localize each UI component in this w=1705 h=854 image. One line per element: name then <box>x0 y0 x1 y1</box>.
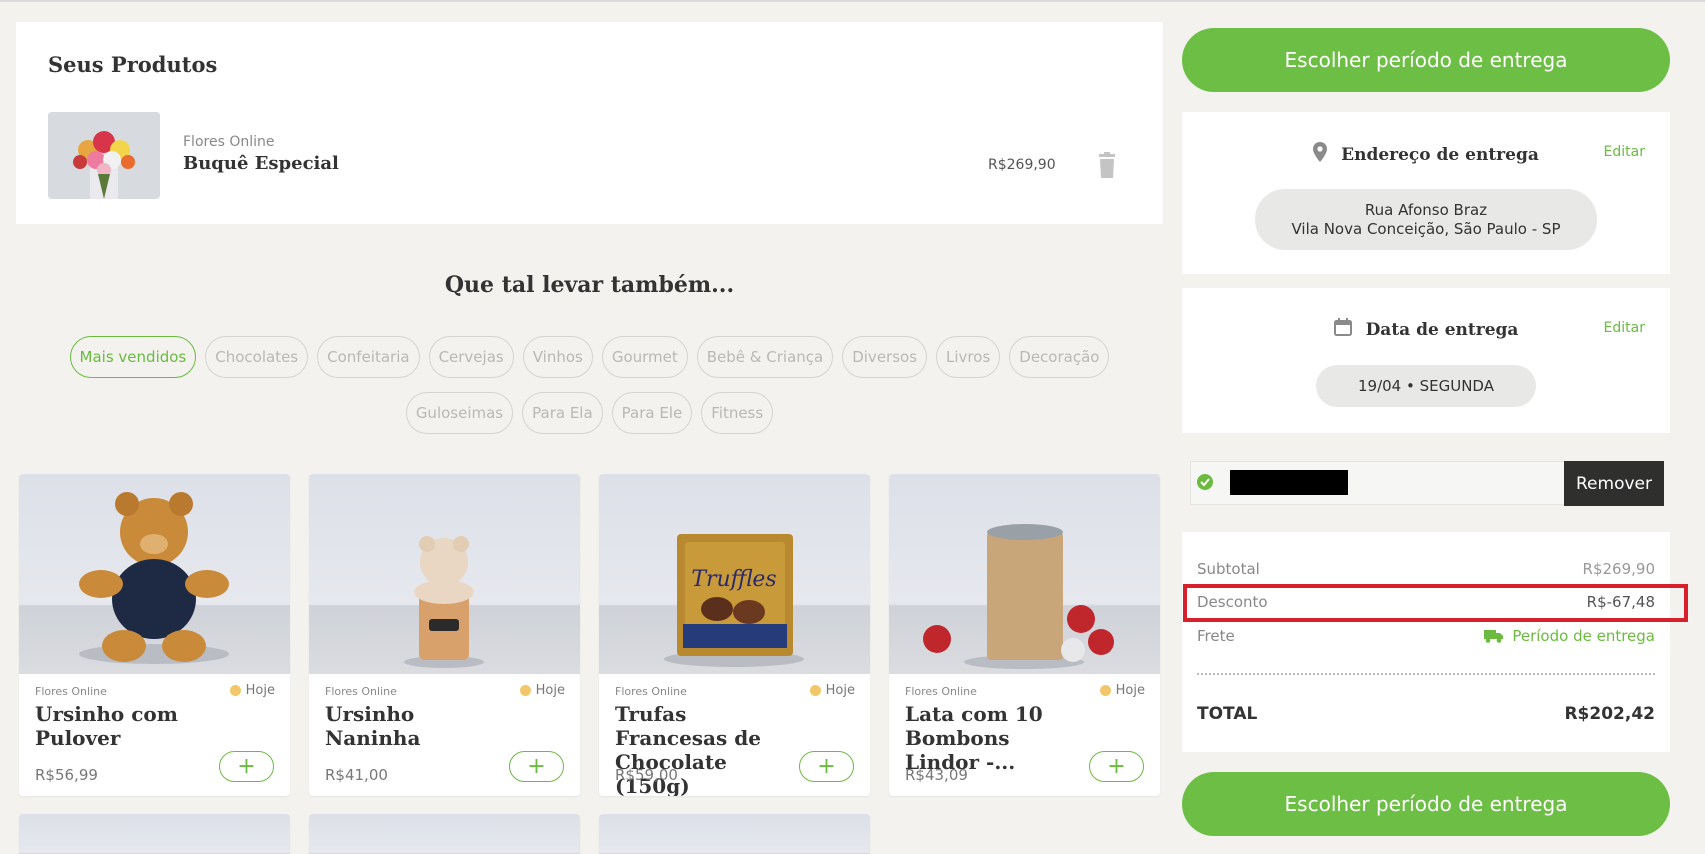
plus-icon: + <box>237 754 256 779</box>
clock-icon <box>229 685 241 696</box>
subtotal-row: Subtotal R$269,90 <box>1197 560 1655 578</box>
delivery-today: Hoje <box>1099 683 1145 698</box>
cart-item-name: Buquê Especial <box>183 153 339 174</box>
product-card[interactable] <box>19 814 290 854</box>
chip-vinhos[interactable]: Vinhos <box>522 336 593 378</box>
product-brand: Flores Online <box>615 685 687 698</box>
svg-text:Truffles: Truffles <box>691 567 776 592</box>
product-brand: Flores Online <box>35 685 107 698</box>
suggestions-title: Que tal levar também... <box>444 272 735 298</box>
edit-date-link[interactable]: Editar <box>1604 320 1645 336</box>
product-image-bouquet <box>48 112 160 199</box>
summary-divider <box>1197 673 1655 675</box>
edit-address-link[interactable]: Editar <box>1604 144 1645 160</box>
calendar-icon <box>1333 318 1352 341</box>
cart-card: Seus Produtos Flores Online Buquê Especi… <box>16 22 1163 224</box>
cart-item-price: R$269,90 <box>988 157 1056 173</box>
product-brand: Flores Online <box>905 685 977 698</box>
category-chips: Mais vendidos Chocolates Confeitaria Cer… <box>16 336 1163 434</box>
plus-icon: + <box>1107 754 1126 779</box>
cart-title: Seus Produtos <box>48 52 218 77</box>
map-pin-icon <box>1313 142 1328 167</box>
product-card[interactable]: Flores Online Hoje Lata com 10 Bombons L… <box>889 474 1160 796</box>
add-button[interactable]: + <box>509 751 564 782</box>
chip-chocolates[interactable]: Chocolates <box>205 336 309 378</box>
chip-cervejas[interactable]: Cervejas <box>428 336 514 378</box>
truffle-box-image: Truffles <box>599 474 870 674</box>
add-button[interactable]: + <box>219 751 274 782</box>
address-title-row: Endereço de entrega <box>1182 142 1670 167</box>
product-card[interactable] <box>599 814 870 854</box>
product-image <box>599 814 870 854</box>
chip-livros[interactable]: Livros <box>936 336 1001 378</box>
address-pill: Rua Afonso Braz Vila Nova Conceição, São… <box>1255 189 1597 250</box>
clock-icon <box>1099 685 1111 696</box>
address-panel: Endereço de entrega Editar Rua Afonso Br… <box>1182 112 1670 274</box>
truck-icon <box>1484 630 1504 643</box>
add-button[interactable]: + <box>799 751 854 782</box>
top-divider <box>0 0 1705 2</box>
address-line-2: Vila Nova Conceição, São Paulo - SP <box>1291 220 1561 238</box>
freight-row: Frete Período de entrega <box>1197 627 1655 645</box>
chip-bebe-crianca[interactable]: Bebê & Criança <box>696 336 834 378</box>
choose-delivery-period-button[interactable]: Escolher período de entrega <box>1182 28 1670 92</box>
chip-confeitaria[interactable]: Confeitaria <box>317 336 420 378</box>
date-panel: Data de entrega Editar 19/04 • SEGUNDA <box>1182 288 1670 433</box>
product-name: Ursinho Naninha <box>325 702 421 750</box>
clock-icon <box>519 685 531 696</box>
product-card[interactable] <box>309 814 580 854</box>
chip-mais-vendidos[interactable]: Mais vendidos <box>69 336 197 378</box>
choose-delivery-period-button-bottom[interactable]: Escolher período de entrega <box>1182 772 1670 836</box>
remove-coupon-button[interactable]: Remover <box>1564 461 1664 506</box>
plus-icon: + <box>817 754 836 779</box>
product-price: R$56,99 <box>35 766 98 784</box>
product-name: Ursinho com Pulover <box>35 702 178 750</box>
freight-value: Período de entrega <box>1484 627 1655 645</box>
product-name: Lata com 10 Bombons Lindor -... <box>905 702 1043 774</box>
subtotal-value: R$269,90 <box>1582 560 1655 578</box>
total-label: TOTAL <box>1197 704 1258 724</box>
address-title: Endereço de entrega <box>1341 144 1539 165</box>
chip-gourmet[interactable]: Gourmet <box>601 336 688 378</box>
plus-icon: + <box>527 754 546 779</box>
delivery-today: Hoje <box>519 683 565 698</box>
product-price: R$41,00 <box>325 766 388 784</box>
product-image <box>19 814 290 854</box>
cart-item-brand: Flores Online <box>183 134 275 150</box>
order-summary: Subtotal R$269,90 Desconto R$-67,48 Fret… <box>1182 532 1670 752</box>
chip-guloseimas[interactable]: Guloseimas <box>405 392 514 434</box>
total-value: R$202,42 <box>1564 704 1655 724</box>
product-price: R$59,00 <box>615 766 678 784</box>
chip-decoracao[interactable]: Decoração <box>1009 336 1110 378</box>
discount-highlight-box <box>1183 584 1688 622</box>
chip-para-ele[interactable]: Para Ele <box>611 392 693 434</box>
chip-para-ela[interactable]: Para Ela <box>522 392 603 434</box>
chip-diversos[interactable]: Diversos <box>842 336 928 378</box>
subtotal-label: Subtotal <box>1197 560 1260 578</box>
clock-icon <box>809 685 821 696</box>
teddy-bear-image <box>19 474 290 674</box>
date-pill: 19/04 • SEGUNDA <box>1316 365 1536 407</box>
product-price: R$43,09 <box>905 766 968 784</box>
product-brand: Flores Online <box>325 685 397 698</box>
product-card[interactable]: Flores Online Hoje Ursinho Naninha R$41,… <box>309 474 580 796</box>
date-title: Data de entrega <box>1365 319 1519 340</box>
total-row: TOTAL R$202,42 <box>1197 704 1655 724</box>
check-icon <box>1197 474 1213 490</box>
delivery-today: Hoje <box>809 683 855 698</box>
trash-icon[interactable] <box>1096 152 1118 178</box>
chip-fitness[interactable]: Fitness <box>701 392 774 434</box>
date-title-row: Data de entrega <box>1182 318 1670 341</box>
redacted-coupon-code <box>1230 470 1348 495</box>
product-card[interactable]: Truffles Flores Online Hoje Trufas Franc… <box>599 474 870 796</box>
product-card[interactable]: Flores Online Hoje Ursinho com Pulover R… <box>19 474 290 796</box>
delivery-today: Hoje <box>229 683 275 698</box>
address-line-1: Rua Afonso Braz <box>1364 201 1488 219</box>
freight-label: Frete <box>1197 627 1235 645</box>
plush-jar-image <box>309 474 580 674</box>
product-image <box>309 814 580 854</box>
chocolate-tin-image <box>889 474 1160 674</box>
add-button[interactable]: + <box>1089 751 1144 782</box>
